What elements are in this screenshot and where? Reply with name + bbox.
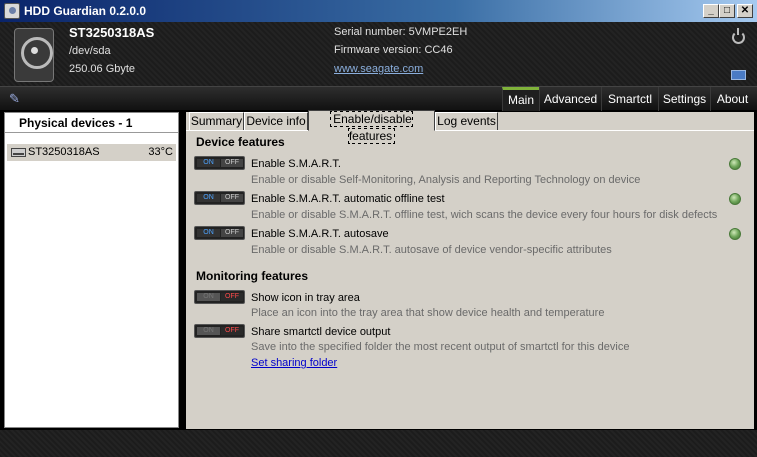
firmware-version: Firmware version: CC46 xyxy=(334,44,453,56)
feature-title: Enable S.M.A.R.T. xyxy=(251,158,341,170)
toggle-on-label: ON xyxy=(197,327,220,335)
app-icon xyxy=(4,3,20,19)
device-temperature: 33°C xyxy=(148,146,173,158)
feature-title: Share smartctl device output xyxy=(251,326,391,338)
tray-icon[interactable] xyxy=(731,70,746,80)
feature-title: Show icon in tray area xyxy=(251,292,360,304)
menu-settings[interactable]: Settings xyxy=(658,87,710,111)
maximize-button[interactable]: □ xyxy=(719,4,735,18)
tab-enable-disable-features[interactable]: Enable/disable features xyxy=(308,110,435,144)
feature-description: Enable or disable Self-Monitoring, Analy… xyxy=(251,174,641,186)
menu-about[interactable]: About xyxy=(710,87,754,111)
tab-device-info[interactable]: Device info xyxy=(244,112,308,131)
main-menu-bar: ✎ Main Advanced Smartctl Settings About xyxy=(0,86,757,111)
set-sharing-folder-link[interactable]: Set sharing folder xyxy=(251,357,337,369)
toggle-off-label: OFF xyxy=(221,293,243,301)
tab-log-events[interactable]: Log events xyxy=(435,112,498,131)
device-path: /dev/sda xyxy=(69,45,111,57)
minimize-button[interactable]: _ xyxy=(703,4,719,18)
hard-disk-icon xyxy=(14,28,54,82)
menu-advanced[interactable]: Advanced xyxy=(539,87,601,111)
smart-toggle[interactable]: ON OFF xyxy=(194,156,245,170)
power-icon[interactable] xyxy=(732,28,745,44)
serial-number: Serial number: 5VMPE2EH xyxy=(334,26,468,38)
physical-devices-panel: Physical devices - 1 ST3250318AS 33°C xyxy=(4,112,179,428)
device-model: ST3250318AS xyxy=(69,25,155,40)
title-bar: HDD Guardian 0.2.0.0 _ □ ✕ xyxy=(0,0,757,22)
tab-label: Summary xyxy=(190,114,243,128)
toggle-on-label: ON xyxy=(197,229,220,237)
toggle-on-label: ON xyxy=(197,159,220,167)
toggle-on-label: ON xyxy=(197,293,220,301)
feature-description: Enable or disable S.M.A.R.T. autosave of… xyxy=(251,244,612,256)
feature-description: Place an icon into the tray area that sh… xyxy=(251,307,605,319)
device-list-item[interactable]: ST3250318AS 33°C xyxy=(7,144,176,161)
toggle-off-label: OFF xyxy=(221,194,243,202)
drive-icon xyxy=(11,148,26,157)
monitoring-features-title: Monitoring features xyxy=(196,269,309,283)
tab-label: Log events xyxy=(437,114,496,128)
features-panel: Summary Device info Enable/disable featu… xyxy=(186,110,754,429)
toggle-off-label: OFF xyxy=(221,327,243,335)
brand-icon: ✎ xyxy=(9,91,20,106)
feature-title: Enable S.M.A.R.T. autosave xyxy=(251,228,389,240)
toggle-off-label: OFF xyxy=(221,229,243,237)
feature-title: Enable S.M.A.R.T. automatic offline test xyxy=(251,193,445,205)
status-led-icon xyxy=(729,228,741,240)
toggle-off-label: OFF xyxy=(221,159,243,167)
tray-icon-toggle[interactable]: ON OFF xyxy=(194,290,245,304)
device-features-title: Device features xyxy=(196,135,285,149)
tab-summary[interactable]: Summary xyxy=(189,112,244,131)
menu-smartctl[interactable]: Smartctl xyxy=(601,87,658,111)
device-header: ST3250318AS /dev/sda 250.06 Gbyte Serial… xyxy=(0,22,757,86)
window-title: HDD Guardian 0.2.0.0 xyxy=(24,4,147,18)
autosave-toggle[interactable]: ON OFF xyxy=(194,226,245,240)
feature-description: Enable or disable S.M.A.R.T. offline tes… xyxy=(251,209,718,221)
close-button[interactable]: ✕ xyxy=(737,4,753,18)
status-led-icon xyxy=(729,193,741,205)
devices-divider xyxy=(5,132,178,133)
menu-main[interactable]: Main xyxy=(502,87,539,111)
device-size: 250.06 Gbyte xyxy=(69,63,136,75)
tab-content: Device features ON OFF Enable S.M.A.R.T.… xyxy=(186,130,754,429)
status-led-icon xyxy=(729,158,741,170)
device-name: ST3250318AS xyxy=(28,146,100,158)
toggle-on-label: ON xyxy=(197,194,220,202)
vendor-website-link[interactable]: www.seagate.com xyxy=(334,63,423,75)
devices-title: Physical devices - 1 xyxy=(19,116,133,130)
share-output-toggle[interactable]: ON OFF xyxy=(194,324,245,338)
status-bar xyxy=(0,430,757,457)
feature-description: Save into the specified folder the most … xyxy=(251,341,630,353)
tab-label: Device info xyxy=(246,114,306,128)
offline-test-toggle[interactable]: ON OFF xyxy=(194,191,245,205)
